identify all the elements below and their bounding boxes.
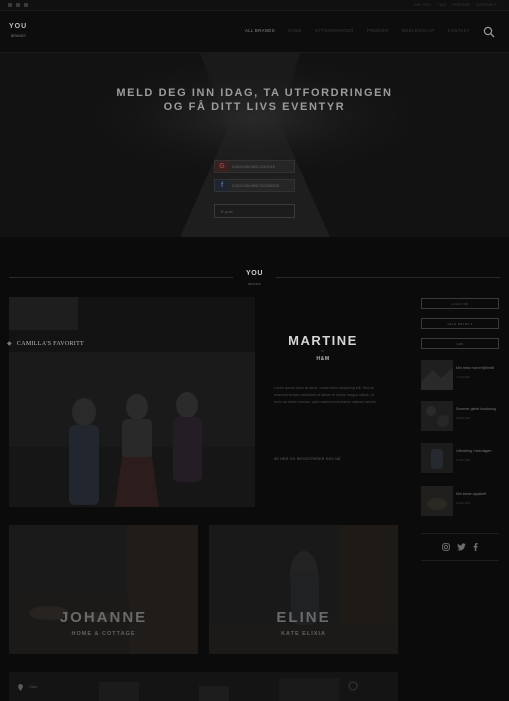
brand-name: MARTINE: [288, 333, 358, 348]
sidebar-social: [421, 533, 499, 561]
hero-title-line2: OG FÅ DITT LIVS EVENTYR: [163, 101, 346, 113]
site-header: YOU BRANDS ALL BRANDS HOME UTFORDRINGER …: [0, 11, 509, 53]
location-pin-icon: [18, 684, 23, 691]
facebook-login-label: LOGG INN MED FACEBOOK: [232, 183, 280, 188]
brand-by: BY: [321, 350, 325, 353]
hero-section: MELD DEG INN IDAG, TA UTFORDRINGEN OG FÅ…: [0, 53, 509, 237]
nav-item-kontakt[interactable]: KONTAKT: [448, 28, 470, 33]
top-link[interactable]: OM OSS: [414, 2, 432, 7]
brand-card-eline[interactable]: ELINE KATE ELIXIA: [209, 525, 398, 654]
post-title: Min reise mot et fjellmål: [456, 366, 494, 370]
twitter-icon[interactable]: [457, 543, 466, 551]
nav-item-medlemskap[interactable]: MEDLEMSKAP: [402, 28, 435, 33]
brand-company: H&M: [316, 356, 330, 362]
card-name: JOHANNE: [59, 609, 148, 626]
top-link[interactable]: KONTAKT: [476, 2, 497, 7]
post-date: 28 MAI 2016: [456, 417, 471, 420]
facebook-icon[interactable]: [473, 543, 478, 551]
top-strip: OM OSS FAQ PRESSE KONTAKT: [0, 0, 509, 11]
brand-register-link[interactable]: SE HER OG REGISTRERER DEG NÅ: [274, 457, 341, 461]
card-name: ELINE: [276, 609, 331, 626]
google-login-button[interactable]: G LOGG INN MED GOOGLE: [214, 160, 295, 173]
nav-item-utfordringer[interactable]: UTFORDRINGER: [315, 28, 354, 33]
featured-label: ◆ CAMILLA'S FAVORITT: [7, 340, 84, 347]
facebook-icon[interactable]: [8, 3, 12, 7]
post-thumbnail: [421, 401, 453, 431]
banner-photo: [9, 672, 398, 701]
bookmark-icon: ◆: [7, 341, 12, 347]
sidebar-post[interactable]: Min beste oppskrift 14 MAI 2016: [421, 486, 499, 518]
top-links: OM OSS FAQ PRESSE KONTAKT: [414, 2, 497, 7]
top-link[interactable]: PRESSE: [452, 2, 470, 7]
featured-label-text: CAMILLA'S FAVORITT: [16, 341, 85, 347]
post-title: Sommer glede bookskog: [456, 407, 496, 411]
site-logo-sub: BRANDS: [11, 34, 26, 38]
post-title: Utfordring i hverdagen: [456, 449, 492, 453]
brand-description: Lorem ipsum dolor sit amet, consectetur …: [274, 386, 377, 404]
nav-item-premier[interactable]: PREMIER: [367, 28, 389, 33]
post-thumbnail: [421, 443, 453, 473]
divider-right: [276, 277, 500, 278]
sidebar-search-button[interactable]: SØK: [421, 338, 499, 349]
main-nav: ALL BRANDS HOME UTFORDRINGER PREMIER MED…: [245, 28, 470, 33]
sidebar-login-button[interactable]: LOGG INN: [421, 298, 499, 309]
post-title: Min beste oppskrift: [456, 492, 487, 496]
top-link[interactable]: FAQ: [437, 2, 446, 7]
facebook-login-button[interactable]: f LOGG INN MED FACEBOOK: [214, 179, 295, 192]
facebook-icon: f: [215, 180, 229, 191]
sidebar-brand-select[interactable]: VELG BRAND ▾: [421, 318, 499, 329]
site-logo[interactable]: YOU: [9, 23, 27, 30]
section-subtitle: BRANDS: [248, 282, 261, 286]
divider-left: [9, 277, 233, 278]
google-icon: G: [215, 161, 229, 172]
page: OM OSS FAQ PRESSE KONTAKT YOU BRANDS ALL…: [0, 0, 509, 701]
card-subtitle: HOME & COTTAGE: [71, 631, 136, 637]
post-date: 21 MAI 2016: [456, 459, 471, 462]
sidebar-post[interactable]: Min reise mot et fjellmål 1 JUNI 2016: [421, 360, 499, 392]
instagram-icon[interactable]: [442, 543, 450, 551]
featured-image[interactable]: [9, 297, 255, 507]
top-social-icons: [8, 3, 28, 7]
card-subtitle: KATE ELIXIA: [281, 631, 326, 637]
post-date: 14 MAI 2016: [456, 502, 471, 505]
google-login-label: LOGG INN MED GOOGLE: [232, 164, 276, 169]
featured-photo: [9, 352, 255, 507]
banner-label: Oslo: [29, 684, 38, 689]
hero-title: MELD DEG INN IDAG, TA UTFORDRINGEN OG FÅ…: [0, 86, 509, 114]
sidebar-post[interactable]: Utfordring i hverdagen 21 MAI 2016: [421, 443, 499, 475]
brand-card-johanne[interactable]: JOHANNE HOME & COTTAGE: [9, 525, 198, 654]
instagram-icon[interactable]: [16, 3, 20, 7]
hero-title-line1: MELD DEG INN IDAG, TA UTFORDRINGEN: [116, 87, 393, 99]
nav-item-all-brands[interactable]: ALL BRANDS: [245, 28, 275, 33]
post-thumbnail: [421, 360, 453, 390]
nav-item-home[interactable]: HOME: [288, 28, 302, 33]
bottom-banner[interactable]: Oslo: [9, 672, 398, 701]
post-thumbnail: [421, 486, 453, 516]
section-title: YOU: [246, 270, 263, 277]
post-date: 1 JUNI 2016: [456, 376, 470, 379]
email-input[interactable]: E-post: [214, 204, 295, 218]
sidebar-post[interactable]: Sommer glede bookskog 28 MAI 2016: [421, 401, 499, 433]
search-icon[interactable]: [483, 26, 495, 38]
twitter-icon[interactable]: [24, 3, 28, 7]
